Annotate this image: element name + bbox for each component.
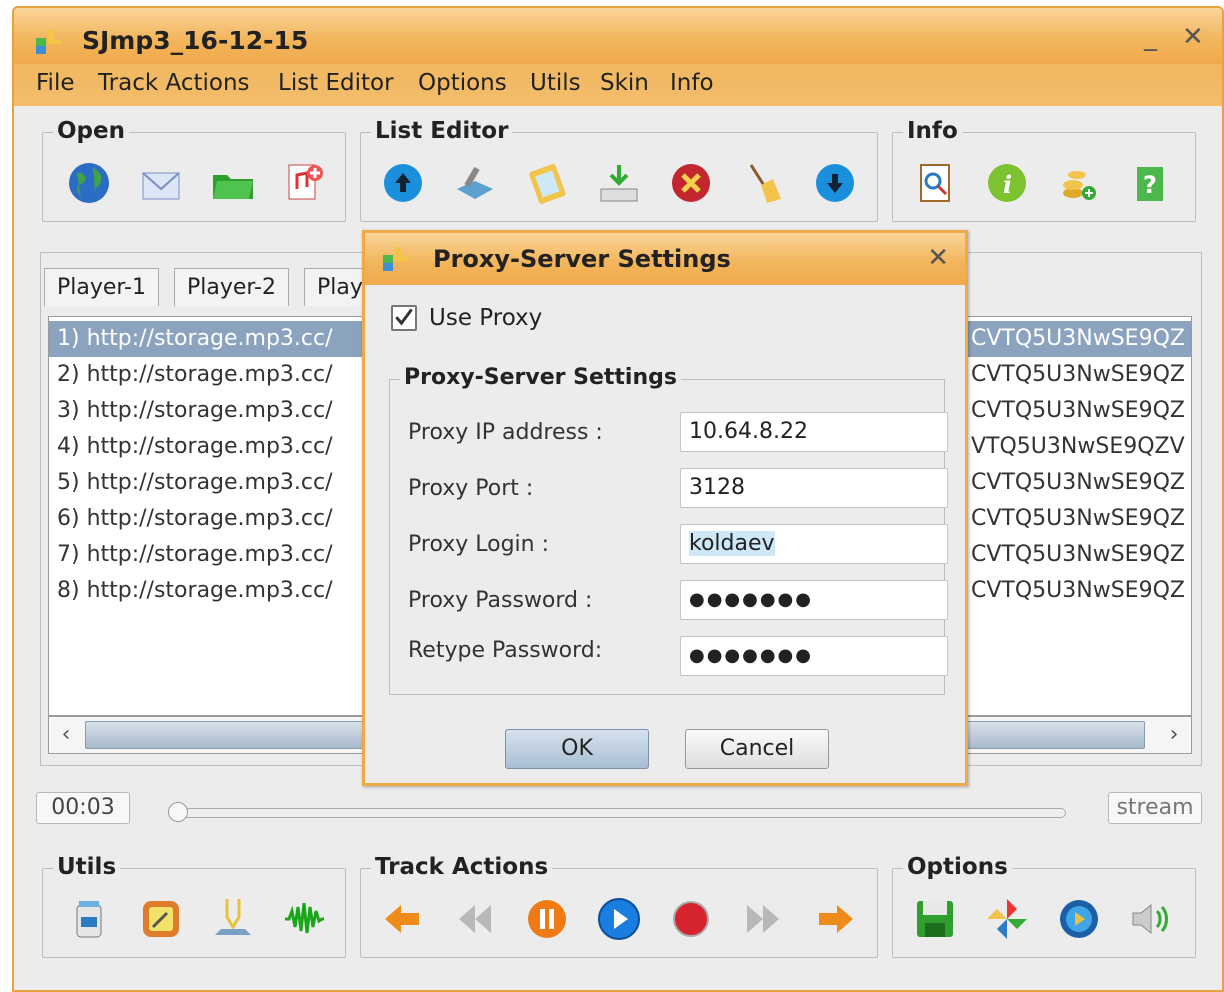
proxy-port-input[interactable]: 3128: [680, 468, 948, 508]
svg-text:?: ?: [1143, 171, 1157, 199]
media-settings-icon[interactable]: [1053, 893, 1105, 945]
dialog-title-bar[interactable]: Proxy-Server Settings ✕: [365, 233, 965, 285]
proxy-fieldset-title: Proxy-Server Settings: [400, 364, 681, 392]
record-icon[interactable]: [665, 893, 717, 945]
menu-file[interactable]: File: [36, 70, 75, 96]
track-actions-group-label: Track Actions: [371, 853, 553, 881]
audio-wave-icon[interactable]: [279, 893, 331, 945]
dialog-close-button[interactable]: ✕: [927, 243, 949, 273]
list-editor-group-label: List Editor: [371, 117, 513, 145]
window-title: SJmp3_16-12-15: [82, 26, 309, 55]
cancel-button[interactable]: Cancel: [685, 729, 829, 769]
time-display: 00:03: [36, 792, 130, 824]
retype-password-input[interactable]: ●●●●●●●: [680, 636, 948, 676]
proxy-ip-input[interactable]: 10.64.8.22: [680, 412, 948, 452]
proxy-password-input[interactable]: ●●●●●●●: [680, 580, 948, 620]
proxy-login-label: Proxy Login :: [408, 532, 550, 557]
move-down-icon[interactable]: [809, 157, 861, 209]
previous-arrow-icon[interactable]: [377, 893, 429, 945]
save-icon[interactable]: [909, 893, 961, 945]
tab-player-1[interactable]: Player-1: [44, 268, 159, 306]
mail-icon[interactable]: [135, 157, 187, 209]
folder-icon[interactable]: [207, 157, 259, 209]
scroll-left-icon[interactable]: ‹: [51, 719, 81, 751]
proxy-login-value: koldaev: [689, 531, 775, 556]
proxy-password-label: Proxy Password :: [408, 588, 593, 613]
download-icon[interactable]: [593, 157, 645, 209]
next-arrow-icon[interactable]: [809, 893, 861, 945]
menu-skin[interactable]: Skin: [600, 70, 649, 96]
title-bar[interactable]: SJmp3_16-12-15 _ ✕: [14, 8, 1222, 64]
scroll-right-icon[interactable]: ›: [1159, 719, 1189, 751]
menu-list-editor[interactable]: List Editor: [278, 70, 394, 96]
utils-group: Utils: [42, 853, 346, 958]
ok-button[interactable]: OK: [505, 729, 649, 769]
broom-icon[interactable]: [737, 157, 789, 209]
proxy-ip-label: Proxy IP address :: [408, 420, 603, 445]
app-icon: [36, 30, 62, 54]
stream-indicator: stream: [1108, 792, 1202, 824]
seek-slider-knob[interactable]: [168, 802, 188, 822]
fast-forward-icon[interactable]: [737, 893, 789, 945]
list-editor-group: List Editor: [360, 117, 878, 222]
volume-icon[interactable]: [1125, 893, 1177, 945]
converter-icon[interactable]: [207, 893, 259, 945]
move-up-icon[interactable]: [377, 157, 429, 209]
tag-editor-icon[interactable]: [135, 893, 187, 945]
proxy-settings-dialog: Proxy-Server Settings ✕ Use Proxy Proxy-…: [362, 230, 968, 786]
proxy-login-input[interactable]: koldaev: [680, 524, 948, 564]
checkmark-icon: [395, 308, 413, 326]
svg-text:i: i: [1003, 170, 1012, 199]
options-group: Options: [892, 853, 1196, 958]
close-button[interactable]: ✕: [1182, 22, 1204, 52]
rewind-icon[interactable]: [449, 893, 501, 945]
use-proxy-checkbox[interactable]: [391, 305, 417, 331]
use-proxy-label[interactable]: Use Proxy: [429, 305, 542, 331]
options-group-label: Options: [903, 853, 1012, 881]
delete-icon[interactable]: [665, 157, 717, 209]
proxy-port-label: Proxy Port :: [408, 476, 534, 501]
edit-list-icon[interactable]: [449, 157, 501, 209]
utils-group-label: Utils: [53, 853, 121, 881]
proxy-fieldset: Proxy-Server Settings Proxy IP address :…: [389, 364, 948, 695]
tab-player-2[interactable]: Player-2: [174, 268, 289, 306]
search-clipboard-icon[interactable]: [909, 157, 961, 209]
menu-utils[interactable]: Utils: [530, 70, 581, 96]
globe-icon[interactable]: [63, 157, 115, 209]
info-group: Info i ?: [892, 117, 1196, 222]
help-icon[interactable]: ?: [1125, 157, 1177, 209]
info-icon[interactable]: i: [981, 157, 1033, 209]
seek-slider[interactable]: [174, 808, 1066, 818]
menu-info[interactable]: Info: [670, 70, 714, 96]
dialog-title: Proxy-Server Settings: [433, 245, 731, 273]
track-actions-group: Track Actions: [360, 853, 878, 958]
skin-pinwheel-icon[interactable]: [981, 893, 1033, 945]
add-music-file-icon[interactable]: [279, 157, 331, 209]
dialog-app-icon: [383, 247, 409, 271]
play-icon[interactable]: [593, 893, 645, 945]
info-group-label: Info: [903, 117, 962, 145]
menu-options[interactable]: Options: [418, 70, 507, 96]
minimize-button[interactable]: _: [1144, 22, 1157, 52]
donate-coins-icon[interactable]: [1053, 157, 1105, 209]
pause-icon[interactable]: [521, 893, 573, 945]
menu-track-actions[interactable]: Track Actions: [98, 70, 250, 96]
open-group-label: Open: [53, 117, 129, 145]
jar-icon[interactable]: [63, 893, 115, 945]
retype-password-label: Retype Password:: [408, 638, 603, 663]
open-group: Open: [42, 117, 346, 222]
clipboard-icon[interactable]: [521, 157, 573, 209]
